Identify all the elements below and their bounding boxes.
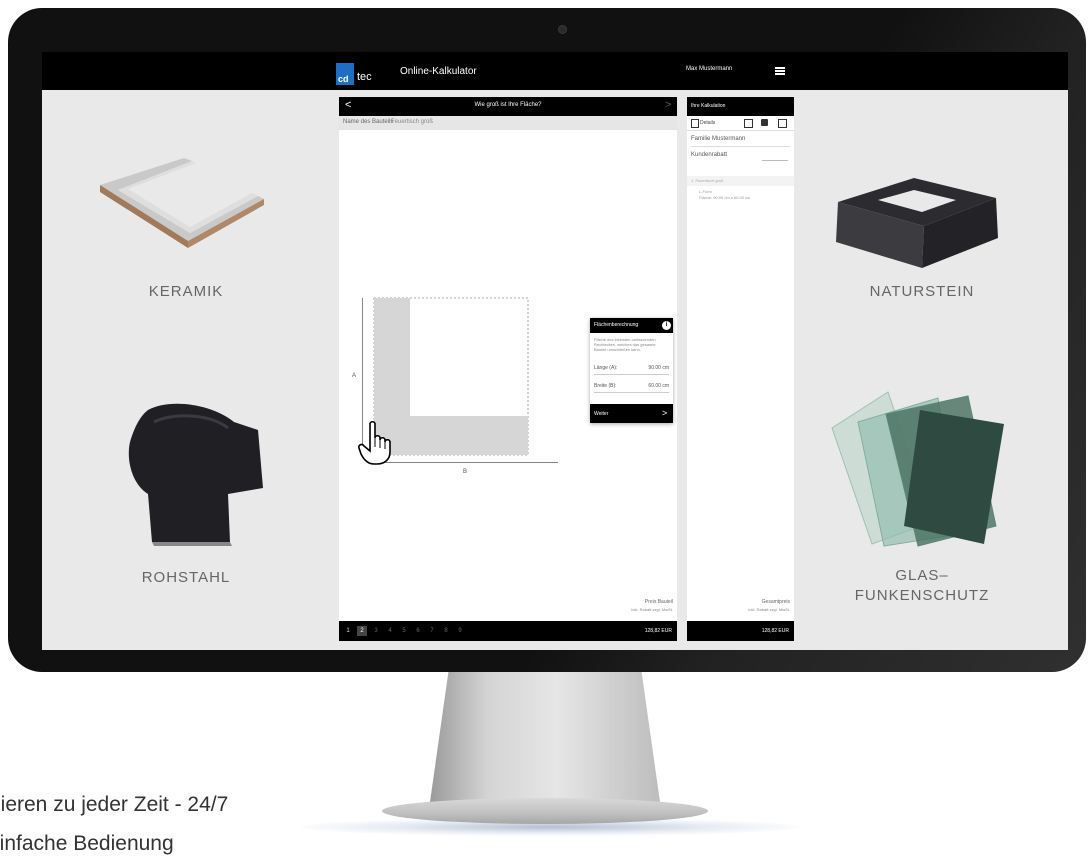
l-shape-drawing	[373, 297, 529, 456]
summary-toolbar: Details	[687, 116, 794, 131]
monitor-stand	[430, 672, 660, 802]
divider	[691, 146, 790, 147]
total-price: 128,82 EUR	[761, 628, 789, 634]
keramik-image	[100, 158, 264, 248]
forward-arrow-icon[interactable]: >	[665, 99, 671, 111]
details-link[interactable]: Details	[700, 120, 715, 126]
user-name[interactable]: Max Mustermann	[686, 66, 732, 72]
save-icon[interactable]	[778, 119, 787, 128]
total-price-note: inkl. Rabatt zzgl. MwSt.	[748, 607, 790, 612]
details-icon[interactable]	[691, 119, 699, 128]
product-label-naturstein[interactable]: NATURSTEIN	[822, 283, 1022, 300]
camera-icon	[558, 25, 567, 34]
summary-title: Ihre Kalkulation	[691, 103, 726, 109]
width-value[interactable]: 60.00 cm	[648, 383, 669, 389]
question-header: < Wie groß ist Ihre Fläche? >	[339, 97, 677, 116]
naturstein-image	[836, 178, 998, 268]
summary-item-shape: L-Form	[699, 189, 712, 194]
area-calculation-popup: Flächenberechnung i Fläche des kleinsten…	[590, 318, 673, 423]
calculator-panel: < Wie groß ist Ihre Fläche? > Name des B…	[339, 97, 677, 641]
customer-discount-label: Kundenrabatt	[691, 152, 728, 158]
component-total: 128,82 EUR	[644, 628, 672, 634]
summary-item-title: 1. Feuertisch groß	[691, 178, 724, 183]
component-name-label: Name des Bauteils	[343, 119, 394, 125]
product-label-keramik[interactable]: KERAMIK	[86, 283, 286, 300]
summary-item-area: Fläche: 90.00 cm x 60.00 cm	[699, 195, 751, 200]
dimension-b-label: B	[463, 469, 468, 475]
logo-box-text: cd	[338, 74, 349, 84]
info-icon[interactable]: i	[662, 321, 671, 330]
component-name-row: Name des Bauteils Feuertisch groß	[339, 116, 677, 130]
total-price-label: Gesamtpreis	[761, 599, 790, 605]
document-icon[interactable]	[744, 119, 753, 128]
customer-discount-input[interactable]	[762, 160, 788, 161]
summary-footer: 128,82 EUR	[687, 621, 794, 641]
customer-name-field[interactable]: Familie Mustermann	[691, 136, 745, 142]
monitor-screen: cd tec Online-Kalkulator Max Mustermann …	[42, 52, 1068, 650]
length-value[interactable]: 90.00 cm	[648, 365, 669, 371]
length-label: Länge (A):	[594, 365, 618, 371]
width-label: Breite (B):	[594, 383, 617, 389]
component-price-note: inkl. Rabatt zzgl. MwSt.	[631, 607, 673, 612]
dimension-b-line	[372, 462, 558, 463]
app-title: Online-Kalkulator	[400, 66, 477, 77]
component-price-label: Preis Bauteil	[644, 599, 673, 605]
app-topbar: cd tec Online-Kalkulator Max Mustermann	[42, 52, 1068, 90]
hamburger-icon[interactable]	[775, 67, 785, 75]
hand-pointer-icon	[358, 420, 391, 465]
product-label-glas-line1[interactable]: GLAS–	[822, 567, 1022, 584]
popup-description: Fläche des kleinsten umfassenden Rechtec…	[594, 337, 656, 352]
summary-item-header[interactable]: 1. Feuertisch groß	[687, 176, 794, 186]
next-button[interactable]: Weiter >	[590, 404, 673, 423]
popup-header: Flächenberechnung i	[590, 318, 673, 333]
logo-text: tec	[357, 71, 372, 83]
product-label-rohstahl[interactable]: ROHSTAHL	[86, 569, 286, 586]
question-title: Wie groß ist Ihre Fläche?	[474, 102, 542, 108]
rohstahl-image	[128, 403, 263, 546]
mail-icon[interactable]	[761, 119, 768, 126]
length-field[interactable]: Länge (A): 90.00 cm	[594, 362, 669, 375]
next-button-label: Weiter	[594, 411, 609, 417]
component-name-field[interactable]: Feuertisch groß	[391, 119, 433, 125]
width-field[interactable]: Breite (B): 60.00 cm	[594, 380, 669, 393]
calculation-summary-panel: Ihre Kalkulation Details Familie Musterm…	[687, 97, 794, 641]
popup-title: Flächenberechnung	[594, 322, 639, 328]
glas-image	[831, 391, 1004, 547]
pagination-footer: 1 2 3 4 5 6 7 8 9 128,82 EUR	[339, 621, 677, 641]
dimension-a-label: A	[352, 373, 357, 379]
monitor-bezel: cd tec Online-Kalkulator Max Mustermann …	[8, 8, 1086, 672]
summary-header: Ihre Kalkulation	[687, 97, 794, 116]
next-arrow-icon: >	[662, 408, 668, 418]
caption-line-2: einfache Bedienung	[0, 832, 174, 855]
monitor-base	[382, 798, 708, 824]
cdtec-logo: cd tec	[336, 63, 376, 85]
product-label-glas-line2[interactable]: FUNKENSCHUTZ	[822, 587, 1022, 604]
caption-line-1: lieren zu jeder Zeit - 24/7	[0, 793, 229, 816]
